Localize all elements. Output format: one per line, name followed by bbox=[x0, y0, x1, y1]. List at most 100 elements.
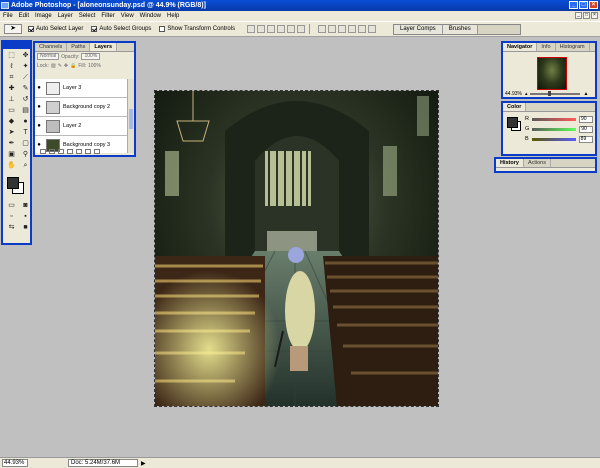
well-tab-brushes[interactable]: Brushes bbox=[442, 25, 478, 34]
slice-tool-icon[interactable]: ⟋ bbox=[19, 73, 32, 83]
fill-field[interactable]: 100% bbox=[88, 63, 101, 69]
tab-color[interactable]: Color bbox=[503, 103, 527, 111]
menu-window[interactable]: Window bbox=[140, 13, 161, 19]
navigator-thumbnail[interactable] bbox=[537, 57, 567, 90]
color-swatches[interactable] bbox=[5, 175, 28, 197]
opacity-field[interactable]: 100% bbox=[81, 53, 101, 60]
eyedropper-tool-icon[interactable]: ⚲ bbox=[19, 150, 32, 160]
menu-view[interactable]: View bbox=[121, 13, 134, 19]
healing-brush-icon[interactable]: ✚ bbox=[5, 84, 18, 94]
tool-preset-picker[interactable]: ➤ bbox=[4, 24, 22, 34]
green-slider[interactable] bbox=[532, 127, 577, 131]
doc-minimize-button[interactable]: _ bbox=[575, 12, 582, 19]
auto-select-groups-checkbox[interactable] bbox=[91, 26, 98, 32]
auto-select-layer-checkbox[interactable] bbox=[28, 26, 34, 32]
path-selection-icon[interactable]: ➤ bbox=[5, 128, 18, 138]
align-hcenter-icon[interactable] bbox=[287, 25, 296, 33]
tab-history[interactable]: History bbox=[496, 159, 524, 167]
menu-edit[interactable]: Edit bbox=[19, 13, 29, 19]
auto-select-layer-option[interactable]: Auto Select Layer bbox=[28, 26, 83, 32]
scrollbar-thumb[interactable] bbox=[129, 109, 133, 129]
blue-slider[interactable] bbox=[531, 137, 576, 141]
imageready-jump-icon[interactable]: ⇆ bbox=[5, 223, 18, 233]
distribute-left-icon[interactable] bbox=[348, 25, 357, 33]
screen-mode-2-icon[interactable]: ▪ bbox=[19, 212, 32, 222]
distribute-bottom-icon[interactable] bbox=[338, 25, 347, 33]
well-tab-layer-comps[interactable]: Layer Comps bbox=[394, 25, 443, 34]
visibility-eye-icon[interactable]: ● bbox=[35, 104, 43, 110]
dodge-tool-icon[interactable]: ● bbox=[19, 117, 32, 127]
minimize-button[interactable]: _ bbox=[569, 1, 578, 9]
tab-histogram[interactable]: Histogram bbox=[556, 43, 590, 51]
layer-style-icon[interactable] bbox=[49, 148, 55, 154]
move-tool-icon[interactable]: ✥ bbox=[19, 51, 32, 61]
lock-pixels-icon[interactable]: ✎ bbox=[58, 63, 62, 69]
red-slider[interactable] bbox=[531, 117, 576, 121]
lock-transparency-icon[interactable]: ▧ bbox=[51, 63, 56, 69]
zoom-tool-icon[interactable]: ⌕ bbox=[19, 161, 32, 171]
layer-mask-icon[interactable] bbox=[58, 148, 64, 154]
menu-select[interactable]: Select bbox=[79, 13, 96, 19]
visibility-eye-icon[interactable]: ● bbox=[35, 85, 43, 91]
type-tool-icon[interactable]: T bbox=[19, 128, 32, 138]
navigator-zoom[interactable]: 44.93% bbox=[505, 91, 522, 97]
tab-paths[interactable]: Paths bbox=[67, 43, 91, 51]
foreground-color-swatch[interactable] bbox=[7, 177, 19, 189]
doc-restore-button[interactable]: □ bbox=[583, 12, 590, 19]
blend-mode-select[interactable]: Normal bbox=[37, 53, 60, 60]
eraser-tool-icon[interactable]: ▭ bbox=[5, 106, 18, 116]
menu-help[interactable]: Help bbox=[167, 13, 179, 19]
quick-mask-icon[interactable]: ◙ bbox=[19, 201, 32, 211]
layer-row[interactable]: ● Layer 3 bbox=[35, 79, 127, 98]
shape-tool-icon[interactable]: ▢ bbox=[19, 139, 32, 149]
pen-tool-icon[interactable]: ✒ bbox=[5, 139, 18, 149]
screen-mode-1-icon[interactable]: ▫ bbox=[5, 212, 18, 222]
marquee-tool-icon[interactable]: ⬚ bbox=[5, 51, 18, 61]
crop-tool-icon[interactable]: ⌗ bbox=[5, 73, 18, 83]
adjustment-layer-icon[interactable] bbox=[67, 148, 73, 154]
auto-select-groups-option[interactable]: Auto Select Groups bbox=[91, 26, 151, 32]
toolbox-header[interactable] bbox=[3, 42, 30, 49]
doc-close-button[interactable]: × bbox=[591, 12, 598, 19]
history-brush-icon[interactable]: ↺ bbox=[19, 95, 32, 105]
distribute-right-icon[interactable] bbox=[368, 25, 377, 33]
distribute-vcenter-icon[interactable] bbox=[328, 25, 337, 33]
align-bottom-icon[interactable] bbox=[267, 25, 276, 33]
menu-file[interactable]: File bbox=[3, 13, 13, 19]
close-button[interactable]: × bbox=[589, 1, 598, 9]
gradient-tool-icon[interactable]: ▤ bbox=[19, 106, 32, 116]
visibility-eye-icon[interactable]: ● bbox=[35, 123, 43, 129]
zoom-in-icon[interactable]: ▲ bbox=[583, 91, 588, 97]
layer-row[interactable]: ● Background copy 2 bbox=[35, 98, 127, 117]
red-value[interactable]: 90 bbox=[578, 115, 593, 123]
brush-tool-icon[interactable]: ✎ bbox=[19, 84, 32, 94]
lock-position-icon[interactable]: ✥ bbox=[64, 63, 68, 69]
distribute-top-icon[interactable] bbox=[318, 25, 327, 33]
zoom-out-icon[interactable]: ▴ bbox=[525, 91, 528, 97]
menu-filter[interactable]: Filter bbox=[101, 13, 114, 19]
menu-image[interactable]: Image bbox=[35, 13, 52, 19]
trash-icon[interactable] bbox=[94, 148, 100, 154]
tab-info[interactable]: Info bbox=[537, 43, 556, 51]
show-transform-controls-checkbox[interactable] bbox=[159, 26, 166, 32]
green-value[interactable]: 90 bbox=[579, 125, 594, 133]
tab-channels[interactable]: Channels bbox=[35, 43, 68, 51]
lasso-tool-icon[interactable]: ℓ bbox=[5, 62, 18, 72]
standard-mode-icon[interactable]: ▭ bbox=[5, 201, 18, 211]
status-zoom-field[interactable]: 44.93% bbox=[2, 459, 28, 467]
align-right-icon[interactable] bbox=[297, 25, 306, 33]
color-foreground-swatch[interactable] bbox=[507, 117, 518, 128]
align-vcenter-icon[interactable] bbox=[257, 25, 266, 33]
maximize-button[interactable]: □ bbox=[579, 1, 588, 9]
hand-tool-icon[interactable]: ✋ bbox=[5, 161, 18, 171]
blue-value[interactable]: 89 bbox=[578, 135, 593, 143]
tab-layers[interactable]: Layers bbox=[90, 43, 118, 51]
blur-tool-icon[interactable]: ◆ bbox=[5, 117, 18, 127]
magic-wand-tool-icon[interactable]: ✦ bbox=[19, 62, 32, 72]
notes-tool-icon[interactable]: ▣ bbox=[5, 150, 18, 160]
screen-mode-3-icon[interactable]: ■ bbox=[19, 223, 32, 233]
distribute-hcenter-icon[interactable] bbox=[358, 25, 367, 33]
layers-scrollbar[interactable] bbox=[127, 79, 134, 153]
layer-row[interactable]: ● Layer 2 bbox=[35, 117, 127, 136]
document-canvas[interactable] bbox=[154, 90, 439, 407]
